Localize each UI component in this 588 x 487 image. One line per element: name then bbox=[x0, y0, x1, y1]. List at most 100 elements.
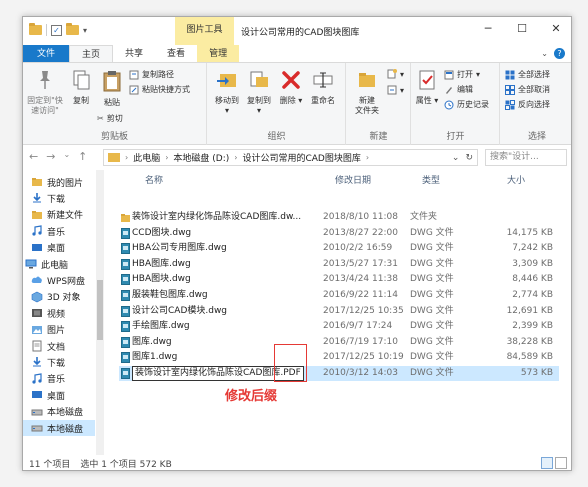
pin-quick-access-button[interactable]: 固定到"快 速访问" bbox=[25, 69, 65, 116]
nav-item[interactable]: 此电脑 bbox=[23, 256, 95, 272]
help-icon[interactable]: ? bbox=[554, 48, 565, 59]
rename-button[interactable]: 重命名 bbox=[306, 69, 340, 106]
paste-shortcut-button[interactable]: 粘贴快捷方式 bbox=[129, 84, 190, 95]
refresh-icon[interactable]: ↻ bbox=[465, 153, 473, 163]
nav-item[interactable]: 本地磁盘 bbox=[23, 404, 95, 420]
scrollbar-thumb[interactable] bbox=[97, 280, 103, 340]
copy-button[interactable]: 复制 bbox=[67, 69, 95, 106]
details-view-button[interactable] bbox=[541, 457, 553, 469]
folder-icon[interactable] bbox=[29, 23, 42, 35]
move-to-button[interactable]: 移动到 ▾ bbox=[212, 69, 242, 116]
new-item-button[interactable]: ▾ bbox=[387, 69, 404, 79]
table-row[interactable]: 图库.dwg 2016/7/19 17:10 DWG 文件 38,228 KB bbox=[119, 335, 559, 350]
chevron-right-icon[interactable]: › bbox=[125, 153, 128, 162]
select-all-button[interactable]: 全部选择 bbox=[505, 69, 550, 80]
delete-button[interactable]: 删除 ▾ bbox=[278, 69, 304, 106]
nav-item[interactable]: WPS网盘 bbox=[23, 272, 95, 288]
nav-item[interactable]: 桌面 bbox=[23, 387, 95, 403]
properties-check-icon[interactable]: ✓ bbox=[51, 24, 62, 36]
recent-locations-icon[interactable]: ⌄ bbox=[63, 150, 70, 163]
chevron-down-icon[interactable]: ⌄ bbox=[452, 153, 460, 163]
column-header-name[interactable]: 名称 bbox=[145, 170, 163, 192]
nav-item[interactable]: 图片 bbox=[23, 322, 95, 338]
folder-icon bbox=[108, 153, 120, 162]
tab-view[interactable]: 查看 bbox=[155, 45, 197, 62]
table-row[interactable]: 服装鞋包图库.dwg 2016/9/22 11:14 DWG 文件 2,774 KB bbox=[119, 288, 559, 303]
search-input[interactable]: 搜索"设计... bbox=[485, 149, 567, 166]
breadcrumb-current-folder[interactable]: 设计公司常用的CAD图块图库 bbox=[242, 151, 360, 164]
address-bar[interactable]: › 此电脑 › 本地磁盘 (D:) › 设计公司常用的CAD图块图库 › ⌄ ↻ bbox=[103, 149, 478, 166]
nav-item-label: 下载 bbox=[47, 358, 66, 369]
nav-pane-scrollbar[interactable] bbox=[96, 170, 104, 455]
chevron-down-icon: ▾ bbox=[476, 70, 481, 79]
properties-button[interactable]: 属性 ▾ bbox=[414, 69, 440, 106]
nav-item[interactable]: 音乐 bbox=[23, 371, 95, 387]
table-row[interactable]: HBA图块.dwg 2013/4/24 11:38 DWG 文件 8,446 KB bbox=[119, 272, 559, 287]
easy-access-button[interactable]: ▾ bbox=[387, 85, 404, 95]
title-bar: ✓ ▾ 图片工具 设计公司常用的CAD图块图库 ─ ☐ ✕ bbox=[23, 17, 571, 45]
nav-item[interactable]: 新建文件 bbox=[23, 207, 95, 223]
explorer-window: ✓ ▾ 图片工具 设计公司常用的CAD图块图库 ─ ☐ ✕ 文件 主页 共享 查… bbox=[22, 16, 572, 471]
nav-item[interactable]: 下载 bbox=[23, 354, 95, 370]
new-folder-icon[interactable] bbox=[66, 23, 79, 35]
nav-item-label: 音乐 bbox=[47, 227, 66, 238]
column-header-size[interactable]: 大小 bbox=[507, 170, 525, 192]
table-row[interactable]: 装饰设计室内绿化饰品陈设CAD图库.dw... 2018/8/10 11:08 文件… bbox=[119, 210, 559, 225]
dwg-file-icon bbox=[121, 243, 130, 255]
up-arrow-icon[interactable]: ↑ bbox=[78, 150, 87, 163]
table-row[interactable]: 手绘图库.dwg 2016/9/7 17:24 DWG 文件 2,399 KB bbox=[119, 319, 559, 334]
file-name: HBA图块.dwg bbox=[132, 274, 191, 285]
nav-item[interactable]: 我的图片 bbox=[23, 174, 95, 190]
cube-icon bbox=[31, 291, 43, 303]
breadcrumb-local-disk[interactable]: 本地磁盘 (D:) bbox=[173, 151, 229, 164]
tab-manage[interactable]: 管理 bbox=[197, 45, 240, 62]
large-icons-view-button[interactable] bbox=[555, 457, 567, 469]
chevron-down-icon[interactable]: ⌄ bbox=[541, 49, 548, 58]
table-row[interactable]: 设计公司CAD模块.dwg 2017/12/25 10:35 DWG 文件 12,69… bbox=[119, 304, 559, 319]
table-row[interactable]: CCD图块.dwg 2013/8/27 22:00 DWG 文件 14,175 KB bbox=[119, 226, 559, 241]
table-row[interactable]: HBA公司专用图库.dwg 2010/2/2 16:59 DWG 文件 7,242 K… bbox=[119, 241, 559, 256]
table-row[interactable]: 图库1.dwg 2017/12/25 10:19 DWG 文件 84,589 KB bbox=[119, 350, 559, 365]
history-button[interactable]: 历史记录 bbox=[444, 99, 489, 110]
maximize-button[interactable]: ☐ bbox=[505, 17, 539, 41]
cut-button[interactable]: ✂ 剪切 bbox=[97, 113, 123, 124]
tab-file[interactable]: 文件 bbox=[23, 45, 70, 62]
copy-to-button[interactable]: 复制到 ▾ bbox=[244, 69, 274, 116]
table-row[interactable]: HBA图库.dwg 2013/5/27 17:31 DWG 文件 3,309 KB bbox=[119, 257, 559, 272]
copy-path-button[interactable]: 复制路径 bbox=[129, 69, 174, 80]
column-header-type[interactable]: 类型 bbox=[422, 170, 440, 192]
close-button[interactable]: ✕ bbox=[539, 17, 571, 41]
invert-selection-button[interactable]: 反向选择 bbox=[505, 99, 550, 110]
breadcrumb-this-pc[interactable]: 此电脑 bbox=[133, 151, 160, 164]
cloud-icon bbox=[31, 276, 42, 284]
back-arrow-icon[interactable]: ← bbox=[29, 150, 38, 163]
nav-item[interactable]: 3D 对象 bbox=[23, 289, 95, 305]
nav-item-label: 音乐 bbox=[47, 375, 66, 386]
chevron-right-icon[interactable]: › bbox=[165, 153, 168, 162]
table-row-renaming[interactable]: 装饰设计室内绿化饰品陈设CAD图库.PDF 2010/3/12 14:03 DWG … bbox=[119, 366, 559, 381]
open-button[interactable]: 打开 ▾ bbox=[444, 69, 480, 80]
nav-item[interactable]: 桌面 bbox=[23, 240, 95, 256]
file-size: 2,399 KB bbox=[512, 321, 553, 332]
file-size: 12,691 KB bbox=[506, 305, 553, 316]
new-group: 新建 文件夹 ▾ ▾ 新建 bbox=[347, 63, 411, 145]
forward-arrow-icon[interactable]: → bbox=[46, 150, 55, 163]
tab-share[interactable]: 共享 bbox=[113, 45, 155, 62]
nav-item[interactable]: 本地磁盘 bbox=[23, 420, 95, 436]
chevron-right-icon[interactable]: › bbox=[234, 153, 237, 162]
tab-home[interactable]: 主页 bbox=[69, 45, 114, 62]
nav-item[interactable]: 下载 bbox=[23, 190, 95, 206]
minimize-button[interactable]: ─ bbox=[471, 17, 505, 41]
select-none-button[interactable]: 全部取消 bbox=[505, 84, 550, 95]
desktop-icon bbox=[32, 391, 42, 399]
properties-label: 属性 ▾ bbox=[415, 96, 439, 105]
nav-item[interactable]: 视频 bbox=[23, 305, 95, 321]
chevron-down-icon[interactable]: ▾ bbox=[83, 26, 87, 35]
paste-button[interactable]: 粘贴 bbox=[97, 69, 127, 108]
column-header-date[interactable]: 修改日期 bbox=[335, 170, 371, 192]
nav-item[interactable]: 音乐 bbox=[23, 223, 95, 239]
chevron-right-icon[interactable]: › bbox=[366, 153, 369, 162]
new-folder-button[interactable]: 新建 文件夹 bbox=[349, 69, 385, 116]
edit-button[interactable]: 编辑 bbox=[444, 84, 473, 95]
nav-item[interactable]: 文档 bbox=[23, 338, 95, 354]
